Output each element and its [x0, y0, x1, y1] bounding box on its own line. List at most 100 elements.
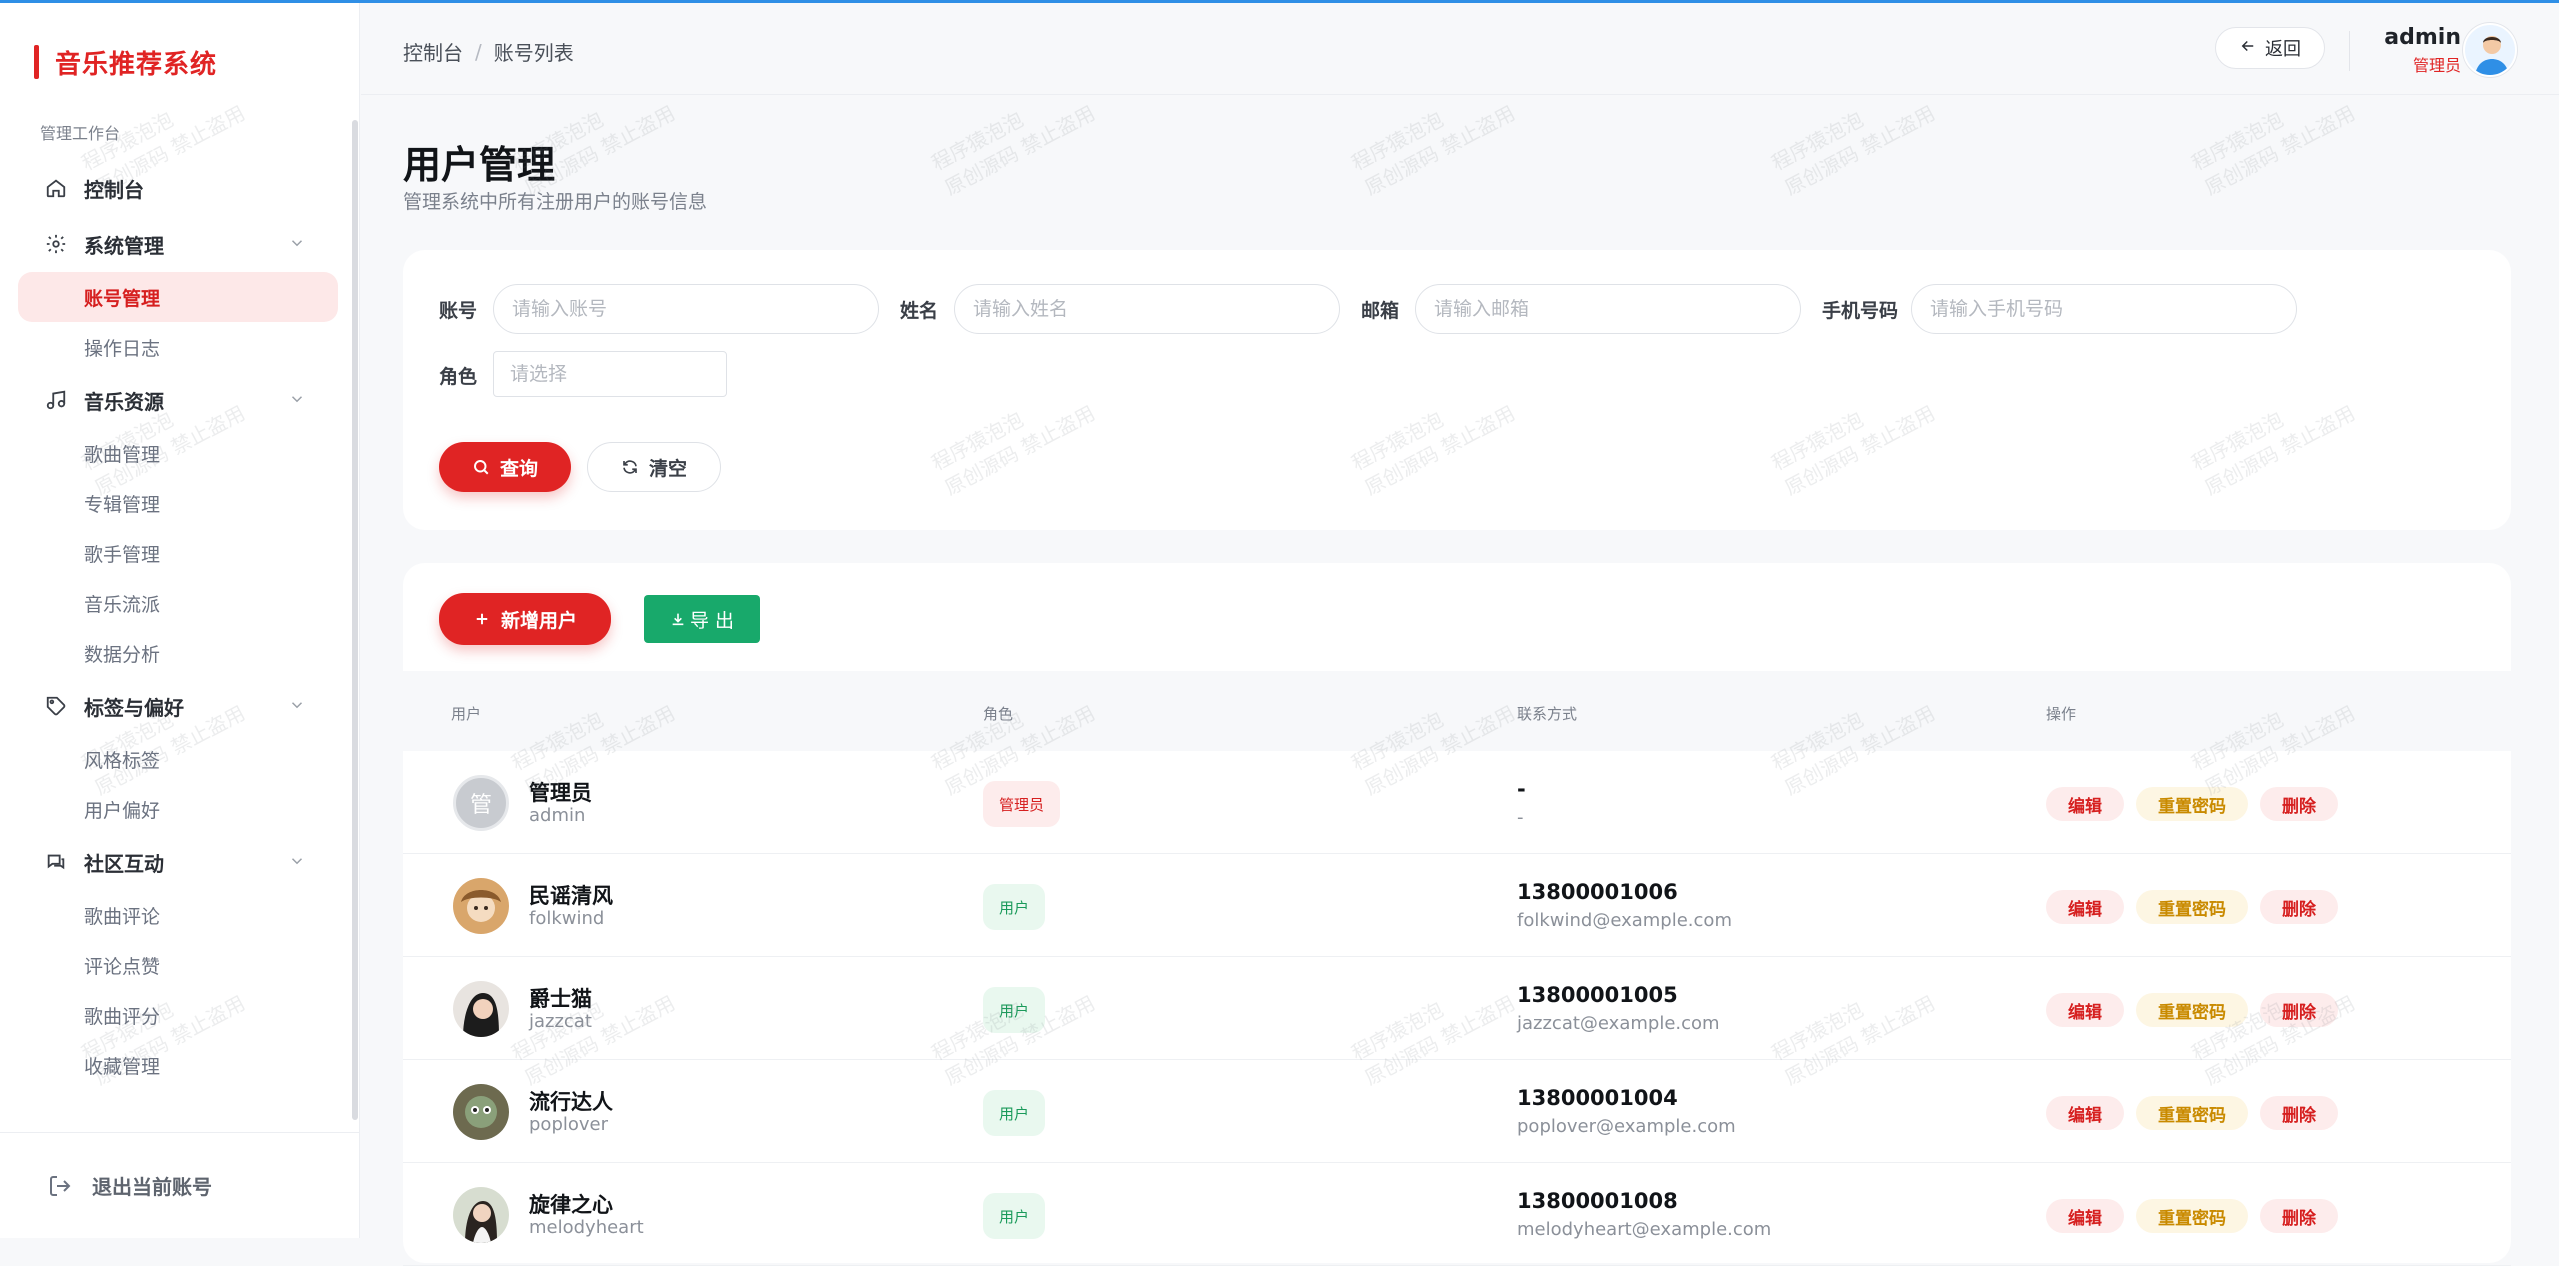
- user-account: admin: [529, 805, 586, 826]
- user-email: poplover@example.com: [1517, 1116, 1736, 1137]
- download-icon: [670, 611, 686, 627]
- edit-button[interactable]: 编辑: [2046, 1096, 2124, 1130]
- plus-icon: [473, 610, 491, 628]
- user-info[interactable]: admin 管理员: [2371, 25, 2461, 76]
- edit-button[interactable]: 编辑: [2046, 993, 2124, 1027]
- reset-password-button[interactable]: 重置密码: [2136, 993, 2248, 1027]
- add-user-label: 新增用户: [500, 609, 577, 632]
- sidebar-item-genres[interactable]: 音乐流派: [0, 578, 356, 628]
- breadcrumb-home[interactable]: 控制台: [403, 37, 463, 66]
- sidebar-item-analytics[interactable]: 数据分析: [0, 628, 356, 678]
- gear-icon: [42, 230, 70, 258]
- account-filter-label: 账号: [439, 300, 478, 322]
- delete-button[interactable]: 删除: [2260, 1199, 2338, 1233]
- top-header: 控制台 / 账号列表 返回 admin 管理员: [361, 3, 2559, 95]
- sidebar-item-style-tags[interactable]: 风格标签: [0, 734, 356, 784]
- brand[interactable]: 音乐推荐系统: [34, 44, 217, 80]
- reset-password-button[interactable]: 重置密码: [2136, 1199, 2248, 1233]
- user-display-name: 管理员: [529, 781, 592, 805]
- sidebar-item-song-comments[interactable]: 歌曲评论: [0, 890, 356, 940]
- delete-button[interactable]: 删除: [2260, 1096, 2338, 1130]
- table-row: 管 管理员 admin 管理员 - - 编辑 重置密码 删除: [403, 751, 2511, 854]
- search-icon: [472, 458, 490, 476]
- back-button[interactable]: 返回: [2215, 27, 2325, 69]
- role-filter-label: 角色: [439, 366, 478, 388]
- sidebar-item-comment-likes[interactable]: 评论点赞: [0, 940, 356, 990]
- user-account: melodyheart: [529, 1217, 644, 1238]
- role-select[interactable]: [493, 351, 727, 397]
- tag-icon: [42, 692, 70, 720]
- logout-button[interactable]: 退出当前账号: [0, 1132, 360, 1238]
- edit-button[interactable]: 编辑: [2046, 890, 2124, 924]
- sidebar-group-label: 社区互动: [84, 851, 164, 876]
- sidebar-scrollbar[interactable]: [352, 120, 358, 1120]
- account-input[interactable]: [493, 284, 879, 334]
- user-email: folkwind@example.com: [1517, 910, 1732, 931]
- sidebar-section-label: 管理工作台: [40, 124, 121, 143]
- user-email: -: [1517, 807, 1524, 828]
- sidebar-item-artists[interactable]: 歌手管理: [0, 528, 356, 578]
- table-row: 流行达人 poplover 用户 13800001004 poplover@ex…: [403, 1060, 2511, 1163]
- name-input[interactable]: [954, 284, 1340, 334]
- delete-button[interactable]: 删除: [2260, 993, 2338, 1027]
- sidebar-group-label: 标签与偏好: [84, 695, 184, 720]
- sidebar-group-community[interactable]: 社区互动: [0, 834, 356, 890]
- sidebar-item-songs[interactable]: 歌曲管理: [0, 428, 356, 478]
- sidebar-item-account-management[interactable]: 账号管理: [18, 272, 338, 322]
- user-email: melodyheart@example.com: [1517, 1219, 1772, 1240]
- user-account: poplover: [529, 1114, 609, 1135]
- user-name: admin: [2384, 25, 2461, 50]
- sidebar-item-operation-log[interactable]: 操作日志: [0, 322, 356, 372]
- phone-filter-label: 手机号码: [1822, 300, 1899, 322]
- phone-input[interactable]: [1911, 284, 2297, 334]
- role-badge: 管理员: [983, 781, 1061, 827]
- column-header-actions: 操作: [2046, 705, 2077, 723]
- edit-button[interactable]: 编辑: [2046, 1199, 2124, 1233]
- sidebar-item-dashboard[interactable]: 控制台: [0, 160, 356, 216]
- chevron-down-icon: [288, 696, 306, 718]
- user-account: jazzcat: [529, 1011, 592, 1032]
- back-label: 返回: [2265, 39, 2301, 60]
- delete-button[interactable]: 删除: [2260, 890, 2338, 924]
- user-table-card: 新增用户 导 出 用户 角色 联系方式 操作 管 管理员 admin 管理员 -…: [403, 563, 2511, 1266]
- edit-button[interactable]: 编辑: [2046, 787, 2124, 821]
- delete-button[interactable]: 删除: [2260, 787, 2338, 821]
- sidebar-item-albums[interactable]: 专辑管理: [0, 478, 356, 528]
- export-button[interactable]: 导 出: [644, 595, 760, 643]
- reset-password-button[interactable]: 重置密码: [2136, 890, 2248, 924]
- table-header: 用户 角色 联系方式 操作: [403, 671, 2511, 751]
- avatar[interactable]: [2463, 23, 2517, 77]
- user-display-name: 民谣清风: [529, 884, 613, 908]
- email-input[interactable]: [1415, 284, 1801, 334]
- page-title: 用户管理: [403, 143, 556, 187]
- sidebar-group-tags[interactable]: 标签与偏好: [0, 678, 356, 734]
- logout-label: 退出当前账号: [92, 1175, 212, 1199]
- sidebar-item-user-preferences[interactable]: 用户偏好: [0, 784, 356, 834]
- user-display-name: 爵士猫: [529, 987, 592, 1011]
- sidebar-group-music-resources[interactable]: 音乐资源: [0, 372, 356, 428]
- add-user-button[interactable]: 新增用户: [439, 593, 611, 645]
- column-header-user: 用户: [451, 705, 482, 723]
- table-row: 爵士猫 jazzcat 用户 13800001005 jazzcat@examp…: [403, 957, 2511, 1060]
- column-header-contact: 联系方式: [1517, 705, 1578, 723]
- email-filter-label: 邮箱: [1361, 300, 1400, 322]
- role-badge: 用户: [983, 1090, 1046, 1136]
- column-header-role: 角色: [983, 705, 1014, 723]
- logout-icon: [48, 1172, 76, 1200]
- sidebar-group-system[interactable]: 系统管理: [0, 216, 356, 272]
- table-row: 民谣清风 folkwind 用户 13800001006 folkwind@ex…: [403, 854, 2511, 957]
- reset-password-button[interactable]: 重置密码: [2136, 1096, 2248, 1130]
- brand-accent-bar: [34, 45, 39, 79]
- arrow-left-icon: [2239, 36, 2257, 60]
- sidebar-item-favorites[interactable]: 收藏管理: [0, 1040, 356, 1090]
- search-button[interactable]: 查询: [439, 442, 571, 492]
- user-phone: 13800001005: [1517, 983, 1678, 1007]
- page-subtitle: 管理系统中所有注册用户的账号信息: [403, 191, 708, 213]
- reset-password-button[interactable]: 重置密码: [2136, 787, 2248, 821]
- avatar: [453, 1187, 509, 1243]
- clear-button[interactable]: 清空: [587, 442, 721, 492]
- user-display-name: 流行达人: [529, 1090, 613, 1114]
- sidebar-menu: 控制台 系统管理 账号管理 操作日志 音乐资源 歌曲管理 专辑管理 歌手管理 音…: [0, 160, 356, 1090]
- sidebar-item-song-ratings[interactable]: 歌曲评分: [0, 990, 356, 1040]
- filter-card: 账号 姓名 邮箱 手机号码 角色 查询 清空: [403, 250, 2511, 530]
